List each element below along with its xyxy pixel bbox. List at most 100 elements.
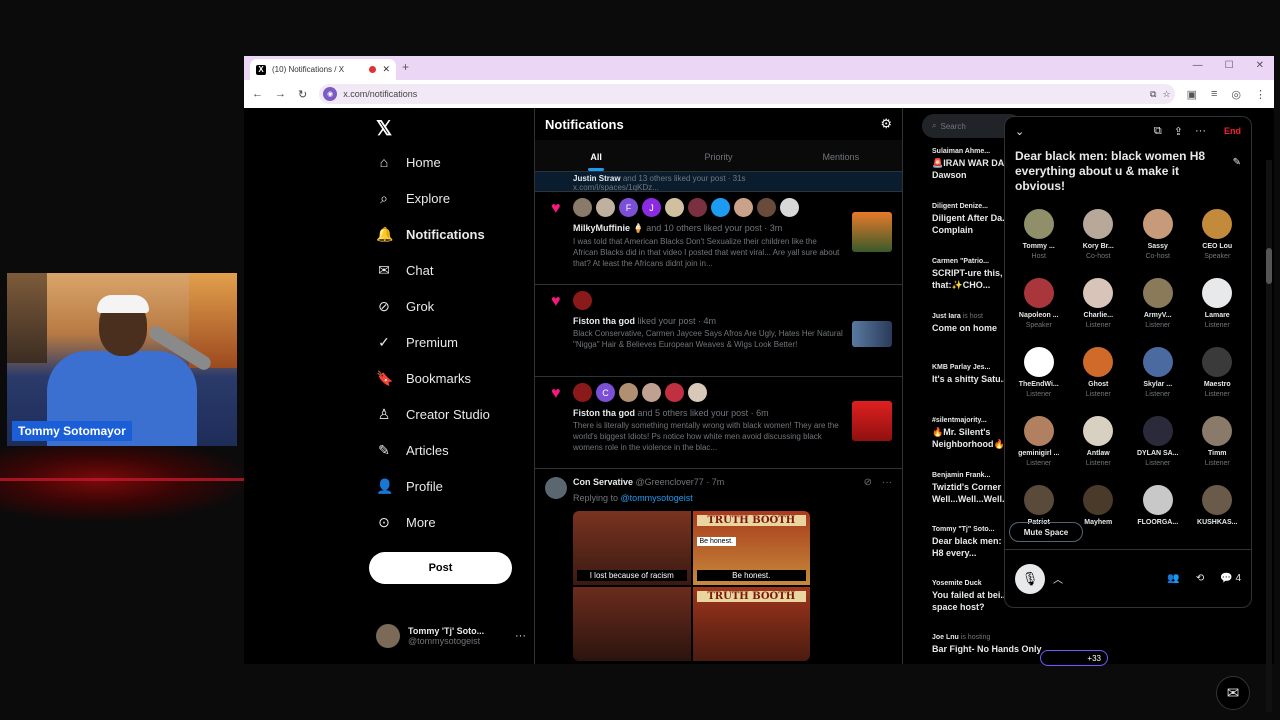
avatar[interactable] [780, 198, 799, 217]
install-icon[interactable]: ⧉ [1150, 89, 1156, 100]
notification-user[interactable]: MilkyMuffinie 🍦 [573, 223, 644, 233]
forward-icon[interactable]: → [275, 88, 286, 100]
browser-tab[interactable]: X (10) Notifications / X ✕ [250, 59, 396, 80]
share-icon[interactable]: ⇪ [1174, 125, 1183, 138]
space-participant[interactable]: geminigirl ... Listener [1009, 416, 1069, 481]
sidebar-item-explore[interactable]: ⌕ Explore [376, 190, 450, 207]
people-icon[interactable]: 👥 [1167, 573, 1179, 584]
notification-item[interactable]: ♥ F J MilkyMuffinie 🍦 and 10 others like… [535, 192, 902, 285]
space-participant[interactable]: FLOORGA... [1128, 485, 1188, 550]
space-participant[interactable]: ArmyV... Listener [1128, 278, 1188, 343]
avatar[interactable]: J [642, 198, 661, 217]
space-participant[interactable]: Timm Listener [1188, 416, 1248, 481]
scrollbar[interactable] [1266, 160, 1272, 712]
avatar[interactable] [734, 198, 753, 217]
split-view-icon[interactable]: ▣ [1187, 88, 1197, 101]
close-tab-icon[interactable]: ✕ [382, 64, 390, 75]
space-participant[interactable]: Lamare Listener [1188, 278, 1248, 343]
avatar[interactable] [688, 383, 707, 402]
avatar[interactable] [573, 383, 592, 402]
sidebar-item-chat[interactable]: ✉ Chat [376, 262, 433, 279]
notification-item[interactable]: ♥ Fiston tha god liked your post · 4m Bl… [535, 285, 902, 377]
avatar[interactable] [711, 198, 730, 217]
account-switcher[interactable]: Tommy 'Tj' Soto... @tommysotogeist ··· [376, 620, 526, 652]
new-tab-icon[interactable]: + [402, 60, 409, 74]
minimize-space-icon[interactable]: ⧉ [1154, 125, 1162, 138]
notification-user[interactable]: Fiston tha god [573, 316, 635, 326]
space-participant[interactable]: Maestro Listener [1188, 347, 1248, 412]
space-participant[interactable]: Kory Br... Co-host [1069, 209, 1129, 274]
avatar[interactable]: F [619, 198, 638, 217]
avatar[interactable] [688, 198, 707, 217]
sidebar-item-profile[interactable]: 👤 Profile [376, 478, 443, 495]
minimize-icon[interactable]: — [1193, 60, 1203, 71]
end-space-button[interactable]: End [1224, 126, 1241, 136]
more-dots-icon[interactable]: ··· [1195, 125, 1206, 137]
x-logo-icon[interactable]: 𝕏 [376, 116, 392, 141]
list-item[interactable]: Joe Lnu is hosting Bar Fight- No Hands On… [932, 634, 1042, 655]
meme-image[interactable]: I lost because of racism TRUTH BOOTH Be h… [573, 511, 810, 661]
sidebar-item-home[interactable]: ⌂ Home [376, 154, 441, 170]
space-participant[interactable]: Sassy Co-host [1128, 209, 1188, 274]
gear-icon[interactable]: ⚙ [880, 116, 892, 132]
post-thumbnail[interactable] [852, 212, 892, 252]
back-icon[interactable]: ← [252, 88, 263, 100]
space-participant[interactable]: DYLAN SA... Listener [1128, 416, 1188, 481]
maximize-icon[interactable]: ☐ [1225, 60, 1234, 71]
space-participant[interactable]: KUSHKAS... [1188, 485, 1248, 550]
notification-user[interactable]: Fiston tha god [573, 408, 635, 418]
post-thumbnail[interactable] [852, 401, 892, 441]
post-thumbnail[interactable] [852, 321, 892, 347]
reload-icon[interactable]: ↻ [298, 88, 307, 101]
space-participant[interactable]: Tommy ... Host [1009, 209, 1069, 274]
notification-item[interactable]: ♥ C Fiston tha god and 5 others liked yo… [535, 377, 902, 469]
comments-button[interactable]: 💬 4 [1220, 573, 1241, 584]
avatar[interactable] [642, 383, 661, 402]
avatar[interactable] [573, 198, 592, 217]
edit-icon[interactable]: ✎ [1233, 155, 1241, 170]
avatar[interactable] [573, 291, 592, 310]
avatar[interactable] [665, 383, 684, 402]
avatar[interactable] [596, 198, 615, 217]
avatar[interactable] [545, 477, 567, 499]
more-dots-icon[interactable]: ··· [882, 477, 892, 488]
space-listeners-pill[interactable]: +33 [1040, 650, 1108, 666]
sidebar-item-more[interactable]: ⊙ More [376, 514, 436, 531]
reply-user[interactable]: Con Servative [573, 477, 633, 487]
microphone-icon[interactable]: 🎙 [1015, 563, 1045, 594]
bookmark-star-icon[interactable]: ☆ [1162, 89, 1170, 100]
close-window-icon[interactable]: ✕ [1256, 60, 1264, 71]
space-participant[interactable]: Charlie... Listener [1069, 278, 1129, 343]
menu-icon[interactable]: ⋮ [1255, 88, 1266, 101]
chevron-up-icon[interactable]: ︿ [1053, 571, 1063, 586]
site-info-icon[interactable]: ◉ [323, 87, 338, 101]
tab-mentions[interactable]: Mentions [780, 140, 902, 171]
avatar[interactable] [665, 198, 684, 217]
repost-icon[interactable]: ⟲ [1196, 573, 1204, 584]
avatar[interactable] [757, 198, 776, 217]
sidebar-item-creator-studio[interactable]: ♙ Creator Studio [376, 406, 490, 423]
space-participant[interactable]: Napoleon ... Speaker [1009, 278, 1069, 343]
avatar[interactable]: C [596, 383, 615, 402]
space-participant[interactable]: TheEndWi... Listener [1009, 347, 1069, 412]
space-participant[interactable]: CEO Lou Speaker [1188, 209, 1248, 274]
replying-to-link[interactable]: @tommysotogeist [621, 493, 693, 503]
tab-priority[interactable]: Priority [657, 140, 779, 171]
messages-fab-icon[interactable]: ✉ [1216, 676, 1250, 710]
reply-post[interactable]: Con Servative @Greenclover77 · 7m ⊘ ··· … [535, 469, 902, 661]
sidebar-item-notifications[interactable]: 🔔 Notifications [376, 226, 485, 243]
post-button[interactable]: Post [369, 552, 512, 584]
grok-icon[interactable]: ⊘ [864, 477, 872, 488]
mute-space-button[interactable]: Mute Space [1009, 522, 1083, 542]
sidebar-item-bookmarks[interactable]: 🔖 Bookmarks [376, 370, 471, 387]
url-field[interactable]: ◉ x.com/notifications ⧉ ☆ [319, 84, 1175, 104]
profile-icon[interactable]: ◎ [1231, 88, 1241, 101]
chevron-down-icon[interactable]: ⌄ [1015, 125, 1024, 138]
sidebar-item-articles[interactable]: ✎ Articles [376, 442, 449, 459]
sidebar-item-premium[interactable]: ✓ Premium [376, 334, 458, 351]
avatar[interactable] [619, 383, 638, 402]
notification-partial[interactable]: Justin Straw and 13 others liked your po… [535, 172, 902, 192]
space-participant[interactable]: Ghost Listener [1069, 347, 1129, 412]
space-participant[interactable]: Antlaw Listener [1069, 416, 1129, 481]
scrollbar-thumb[interactable] [1266, 248, 1272, 284]
